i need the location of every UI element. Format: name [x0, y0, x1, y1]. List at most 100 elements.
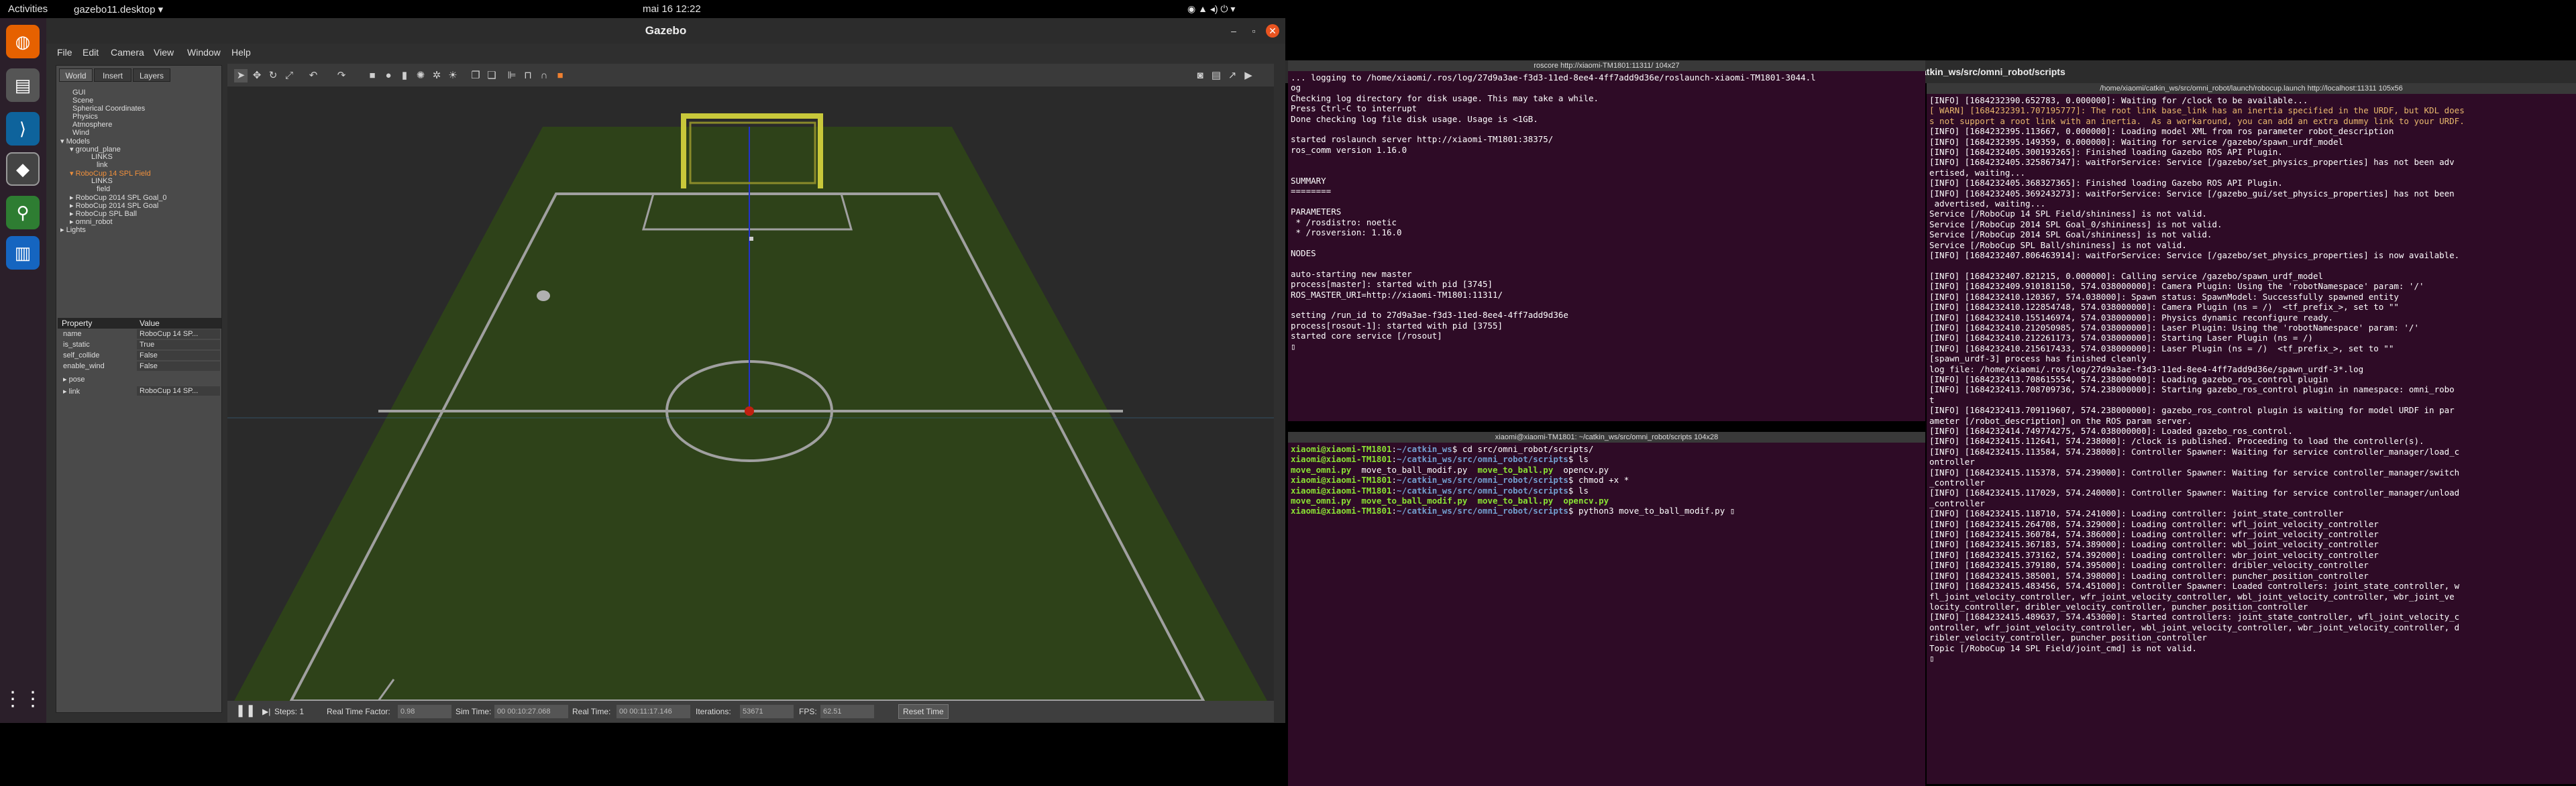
tree-scene[interactable]: Scene — [72, 97, 93, 105]
color-icon[interactable]: ■ — [553, 69, 567, 82]
terminal-roscore[interactable]: roscore http://xiaomi-TM1801:11311/ 104x… — [1288, 60, 1925, 421]
menu-view[interactable]: View — [154, 47, 174, 58]
close-icon[interactable]: ✕ — [1266, 24, 1279, 38]
prop-value[interactable]: RoboCup 14 SP... — [137, 329, 220, 339]
rtf-label: Real Time Factor: — [327, 707, 390, 716]
bottom-bar: ❚❚ ▶| Steps: 1 Real Time Factor: 0.98 Si… — [227, 701, 1274, 722]
terminal-scripts[interactable]: xiaomi@xiaomi-TM1801: ~/catkin_ws/src/om… — [1288, 432, 1925, 786]
t1-output: ... logging to /home/xiaomi/.ros/log/27d… — [1291, 72, 1816, 351]
tree-gui[interactable]: GUI — [72, 89, 86, 97]
prop-row-pose[interactable]: ▸ pose — [58, 374, 221, 384]
cylinder-icon[interactable]: ▮ — [398, 69, 411, 82]
tree-links-2[interactable]: LINKS — [91, 177, 113, 185]
translate-icon[interactable]: ✥ — [250, 69, 264, 82]
fps-value: 62.51 — [820, 705, 874, 718]
vscode-icon[interactable]: ⟩ — [6, 112, 40, 146]
dock: ◍ ▤ ⟩ ◆ ⚲ ▥ ⋮⋮ — [0, 18, 46, 723]
tree-spherical[interactable]: Spherical Coordinates — [72, 105, 145, 113]
left-panel: World Insert Layers GUI Scene Spherical … — [56, 65, 222, 713]
prop-row-static[interactable]: is_static True — [58, 340, 221, 350]
prop-row-name[interactable]: name RoboCup 14 SP... — [58, 329, 221, 339]
prop-key: name — [63, 330, 82, 338]
iterations-label: Iterations: — [696, 707, 731, 716]
firefox-icon[interactable]: ◍ — [6, 25, 40, 58]
files-icon[interactable]: ▤ — [6, 68, 40, 102]
prop-value[interactable]: False — [137, 361, 220, 371]
steps-label[interactable]: Steps: 1 — [274, 707, 304, 716]
sphere-icon[interactable]: ● — [382, 69, 395, 82]
menu-window[interactable]: Window — [187, 47, 221, 58]
snap-icon[interactable]: ⊓ — [521, 69, 535, 82]
prop-row-wind[interactable]: enable_wind False — [58, 361, 221, 372]
tree-field[interactable]: field — [97, 185, 110, 193]
maximize-icon[interactable]: ▫ — [1247, 24, 1260, 38]
log-icon[interactable]: ▤ — [1210, 69, 1223, 82]
t1-title: roscore http://xiaomi-TM1801:11311/ 104x… — [1288, 60, 1925, 71]
tab-world[interactable]: World — [59, 68, 93, 82]
prop-key: ▸ pose — [63, 376, 85, 384]
prop-value[interactable]: False — [137, 351, 220, 360]
real-time-value: 00 00:11:17.146 — [616, 705, 690, 718]
redo-icon[interactable]: ↷ — [335, 69, 348, 82]
app-icon[interactable]: ⚲ — [6, 196, 40, 229]
app-menu[interactable]: gazebo11.desktop ▾ — [74, 3, 163, 15]
tree-physics[interactable]: Physics — [72, 113, 98, 121]
copy-icon[interactable]: ❐ — [469, 69, 482, 82]
reset-time-button[interactable]: Reset Time — [898, 704, 949, 719]
paste-icon[interactable]: ❏ — [485, 69, 498, 82]
dirlight-icon[interactable]: ☀ — [446, 69, 460, 82]
t3-output: [INFO] [1684232390.652783, 0.000000]: Wa… — [1929, 95, 2465, 663]
plot-icon[interactable]: ↗ — [1226, 69, 1239, 82]
tray-icons[interactable]: ◉ ▲ ◂) ⏻ ▾ — [1187, 3, 1235, 15]
rotate-icon[interactable]: ↻ — [266, 69, 280, 82]
prop-key: is_static — [63, 341, 90, 349]
menu-file[interactable]: File — [57, 47, 72, 58]
activities-button[interactable]: Activities — [8, 3, 48, 15]
select-icon[interactable]: ➤ — [234, 69, 248, 82]
prop-key: enable_wind — [63, 362, 105, 370]
gazebo-window: Gazebo – ▫ ✕ File Edit Camera View Windo… — [46, 18, 1285, 723]
step-icon[interactable]: ▶| — [262, 707, 270, 716]
clock[interactable]: mai 16 12:22 — [643, 3, 701, 15]
prop-value[interactable]: RoboCup 14 SP... — [137, 386, 220, 396]
record-icon[interactable]: ▶ — [1242, 69, 1255, 82]
property-col: Property — [62, 319, 93, 328]
ball[interactable] — [537, 290, 550, 301]
box-icon[interactable]: ■ — [366, 69, 379, 82]
iterations-value: 53671 — [740, 705, 794, 718]
robot-marker[interactable] — [745, 406, 754, 416]
spotlight-icon[interactable]: ✲ — [430, 69, 443, 82]
tree-link[interactable]: link — [97, 161, 108, 169]
3d-viewport[interactable] — [227, 87, 1274, 701]
prop-key: ▸ link — [63, 388, 80, 396]
scale-icon[interactable]: ⤢ — [282, 69, 296, 82]
document-icon[interactable]: ▥ — [6, 236, 40, 270]
property-header: Property Value — [58, 318, 221, 329]
app-grid-icon[interactable]: ⋮⋮ — [3, 682, 43, 716]
pause-icon[interactable]: ❚❚ — [235, 704, 256, 718]
prop-value[interactable]: True — [137, 340, 220, 349]
tree-wind[interactable]: Wind — [72, 129, 89, 137]
align-icon[interactable]: ⊫ — [505, 69, 519, 82]
screenshot-icon[interactable]: ◙ — [1193, 69, 1207, 82]
undo-icon[interactable]: ↶ — [307, 69, 320, 82]
tree-links[interactable]: LINKS — [91, 153, 113, 161]
prop-row-link[interactable]: ▸ link RoboCup 14 SP... — [58, 386, 221, 396]
terminal-launch[interactable]: /home/xiaomi/catkin_ws/src/omni_robot/la… — [1927, 83, 2576, 784]
field-render — [227, 87, 1274, 701]
magnet-icon[interactable]: ∩ — [537, 69, 551, 82]
menu-help[interactable]: Help — [231, 47, 251, 58]
tree-atmosphere[interactable]: Atmosphere — [72, 121, 112, 129]
rtf-value: 0.98 — [398, 705, 451, 718]
tree-lights[interactable]: ▸ Lights — [60, 225, 86, 234]
prop-row-collide[interactable]: self_collide False — [58, 351, 221, 361]
menu-edit[interactable]: Edit — [83, 47, 99, 58]
minimize-icon[interactable]: – — [1227, 24, 1240, 38]
pointlight-icon[interactable]: ✺ — [414, 69, 427, 82]
tab-layers[interactable]: Layers — [133, 68, 170, 82]
tab-insert[interactable]: Insert — [94, 68, 131, 82]
top-bar: Activities gazebo11.desktop ▾ mai 16 12:… — [0, 0, 2576, 18]
menu-camera[interactable]: Camera — [111, 47, 144, 58]
gazebo-icon[interactable]: ◆ — [6, 152, 40, 186]
t2-output: xiaomi@xiaomi-TM1801:~/catkin_ws$ cd src… — [1291, 444, 1735, 516]
